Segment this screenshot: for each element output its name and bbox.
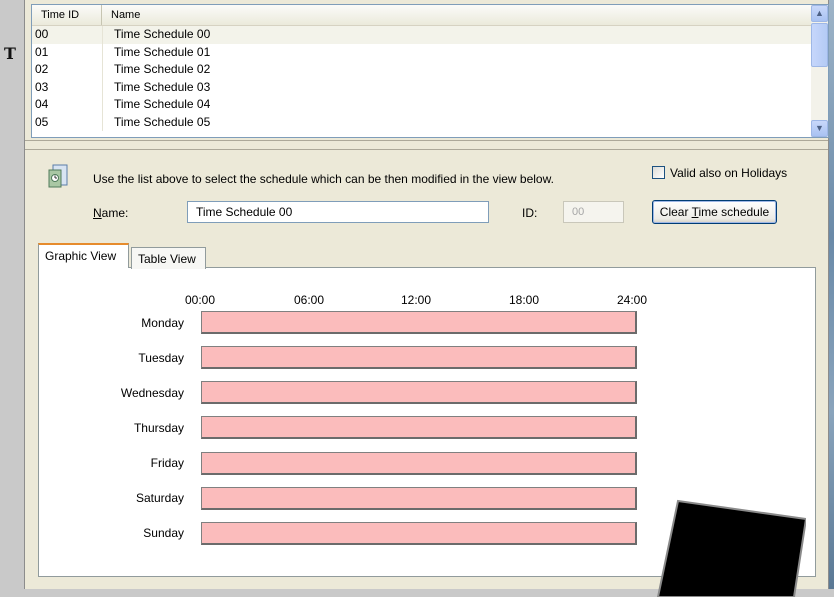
day-label-sunday: Sunday bbox=[143, 526, 184, 540]
list-item[interactable]: 05 Time Schedule 05 bbox=[32, 113, 811, 131]
day-label-monday: Monday bbox=[141, 316, 184, 330]
day-label-friday: Friday bbox=[150, 456, 184, 470]
hour-label: 24:00 bbox=[617, 293, 648, 307]
hour-label: 12:00 bbox=[401, 293, 432, 307]
name-field[interactable]: Time Schedule 00 bbox=[187, 201, 489, 223]
day-schedule-bar-saturday[interactable] bbox=[201, 487, 637, 510]
black-overlay-shape bbox=[656, 499, 806, 597]
list-header: Time ID Name bbox=[32, 5, 811, 26]
schedule-info-icon bbox=[48, 164, 68, 188]
list-item[interactable]: 03 Time Schedule 03 bbox=[32, 78, 811, 96]
clear-time-schedule-button[interactable]: Clear Time schedule bbox=[652, 200, 777, 224]
clear-button-text-pre: Clear bbox=[659, 205, 692, 219]
list-item[interactable]: 00 Time Schedule 00 bbox=[32, 26, 811, 44]
hour-label: 18:00 bbox=[509, 293, 540, 307]
list-item-id: 00 bbox=[35, 27, 49, 41]
day-label-wednesday: Wednesday bbox=[120, 386, 184, 400]
instruction-text: Use the list above to select the schedul… bbox=[93, 172, 554, 186]
column-header-name[interactable]: Name bbox=[102, 5, 811, 25]
tab-table-view[interactable]: Table View bbox=[131, 247, 206, 269]
clear-button-text-post: ime schedule bbox=[698, 205, 770, 219]
list-item-id: 03 bbox=[35, 79, 49, 94]
list-item[interactable]: 02 Time Schedule 02 bbox=[32, 61, 811, 79]
id-field: 00 bbox=[563, 201, 624, 223]
column-header-time-id[interactable]: Time ID bbox=[32, 5, 102, 25]
schedule-list[interactable]: Time ID Name 00 Time Schedule 00 01 Time… bbox=[31, 4, 829, 138]
day-schedule-bar-wednesday[interactable] bbox=[201, 381, 637, 404]
background-text-fragment: T bbox=[4, 44, 16, 63]
list-item-name: Time Schedule 02 bbox=[114, 62, 211, 76]
list-scrollbar[interactable]: ▲ ▼ bbox=[811, 5, 828, 137]
day-label-tuesday: Tuesday bbox=[138, 351, 184, 365]
scroll-thumb[interactable] bbox=[811, 23, 828, 67]
panel-splitter[interactable] bbox=[25, 140, 828, 150]
day-label-thursday: Thursday bbox=[133, 421, 184, 435]
holiday-checkbox-label[interactable]: Valid also on Holidays bbox=[670, 166, 787, 180]
list-rows: 00 Time Schedule 00 01 Time Schedule 01 … bbox=[32, 26, 811, 131]
list-item-name: Time Schedule 01 bbox=[114, 44, 211, 59]
hour-label: 00:00 bbox=[185, 293, 216, 307]
id-label: ID: bbox=[522, 206, 538, 220]
list-item[interactable]: 01 Time Schedule 01 bbox=[32, 43, 811, 61]
name-label-text: ame: bbox=[101, 206, 129, 220]
day-schedule-bar-friday[interactable] bbox=[201, 452, 637, 475]
day-schedule-bar-monday[interactable] bbox=[201, 311, 637, 334]
list-item-name: Time Schedule 03 bbox=[114, 79, 211, 94]
tab-graphic-view[interactable]: Graphic View bbox=[38, 243, 129, 268]
name-label-accel: N bbox=[93, 206, 102, 220]
scroll-down-button[interactable]: ▼ bbox=[811, 120, 828, 137]
list-item-name: Time Schedule 05 bbox=[114, 114, 211, 129]
day-schedule-bar-tuesday[interactable] bbox=[201, 346, 637, 369]
hour-label: 06:00 bbox=[294, 293, 325, 307]
list-item[interactable]: 04 Time Schedule 04 bbox=[32, 96, 811, 114]
list-item-name: Time Schedule 04 bbox=[114, 97, 211, 111]
scroll-up-button[interactable]: ▲ bbox=[811, 5, 828, 22]
list-item-id: 01 bbox=[35, 44, 49, 59]
day-schedule-bar-thursday[interactable] bbox=[201, 416, 637, 439]
day-schedule-bar-sunday[interactable] bbox=[201, 522, 637, 545]
holiday-checkbox[interactable] bbox=[652, 166, 665, 179]
day-label-saturday: Saturday bbox=[135, 491, 184, 505]
name-label: Name: bbox=[93, 206, 128, 220]
list-item-id: 04 bbox=[35, 97, 49, 111]
list-item-id: 02 bbox=[35, 62, 49, 76]
list-item-id: 05 bbox=[35, 114, 49, 129]
list-item-name: Time Schedule 00 bbox=[114, 27, 211, 41]
